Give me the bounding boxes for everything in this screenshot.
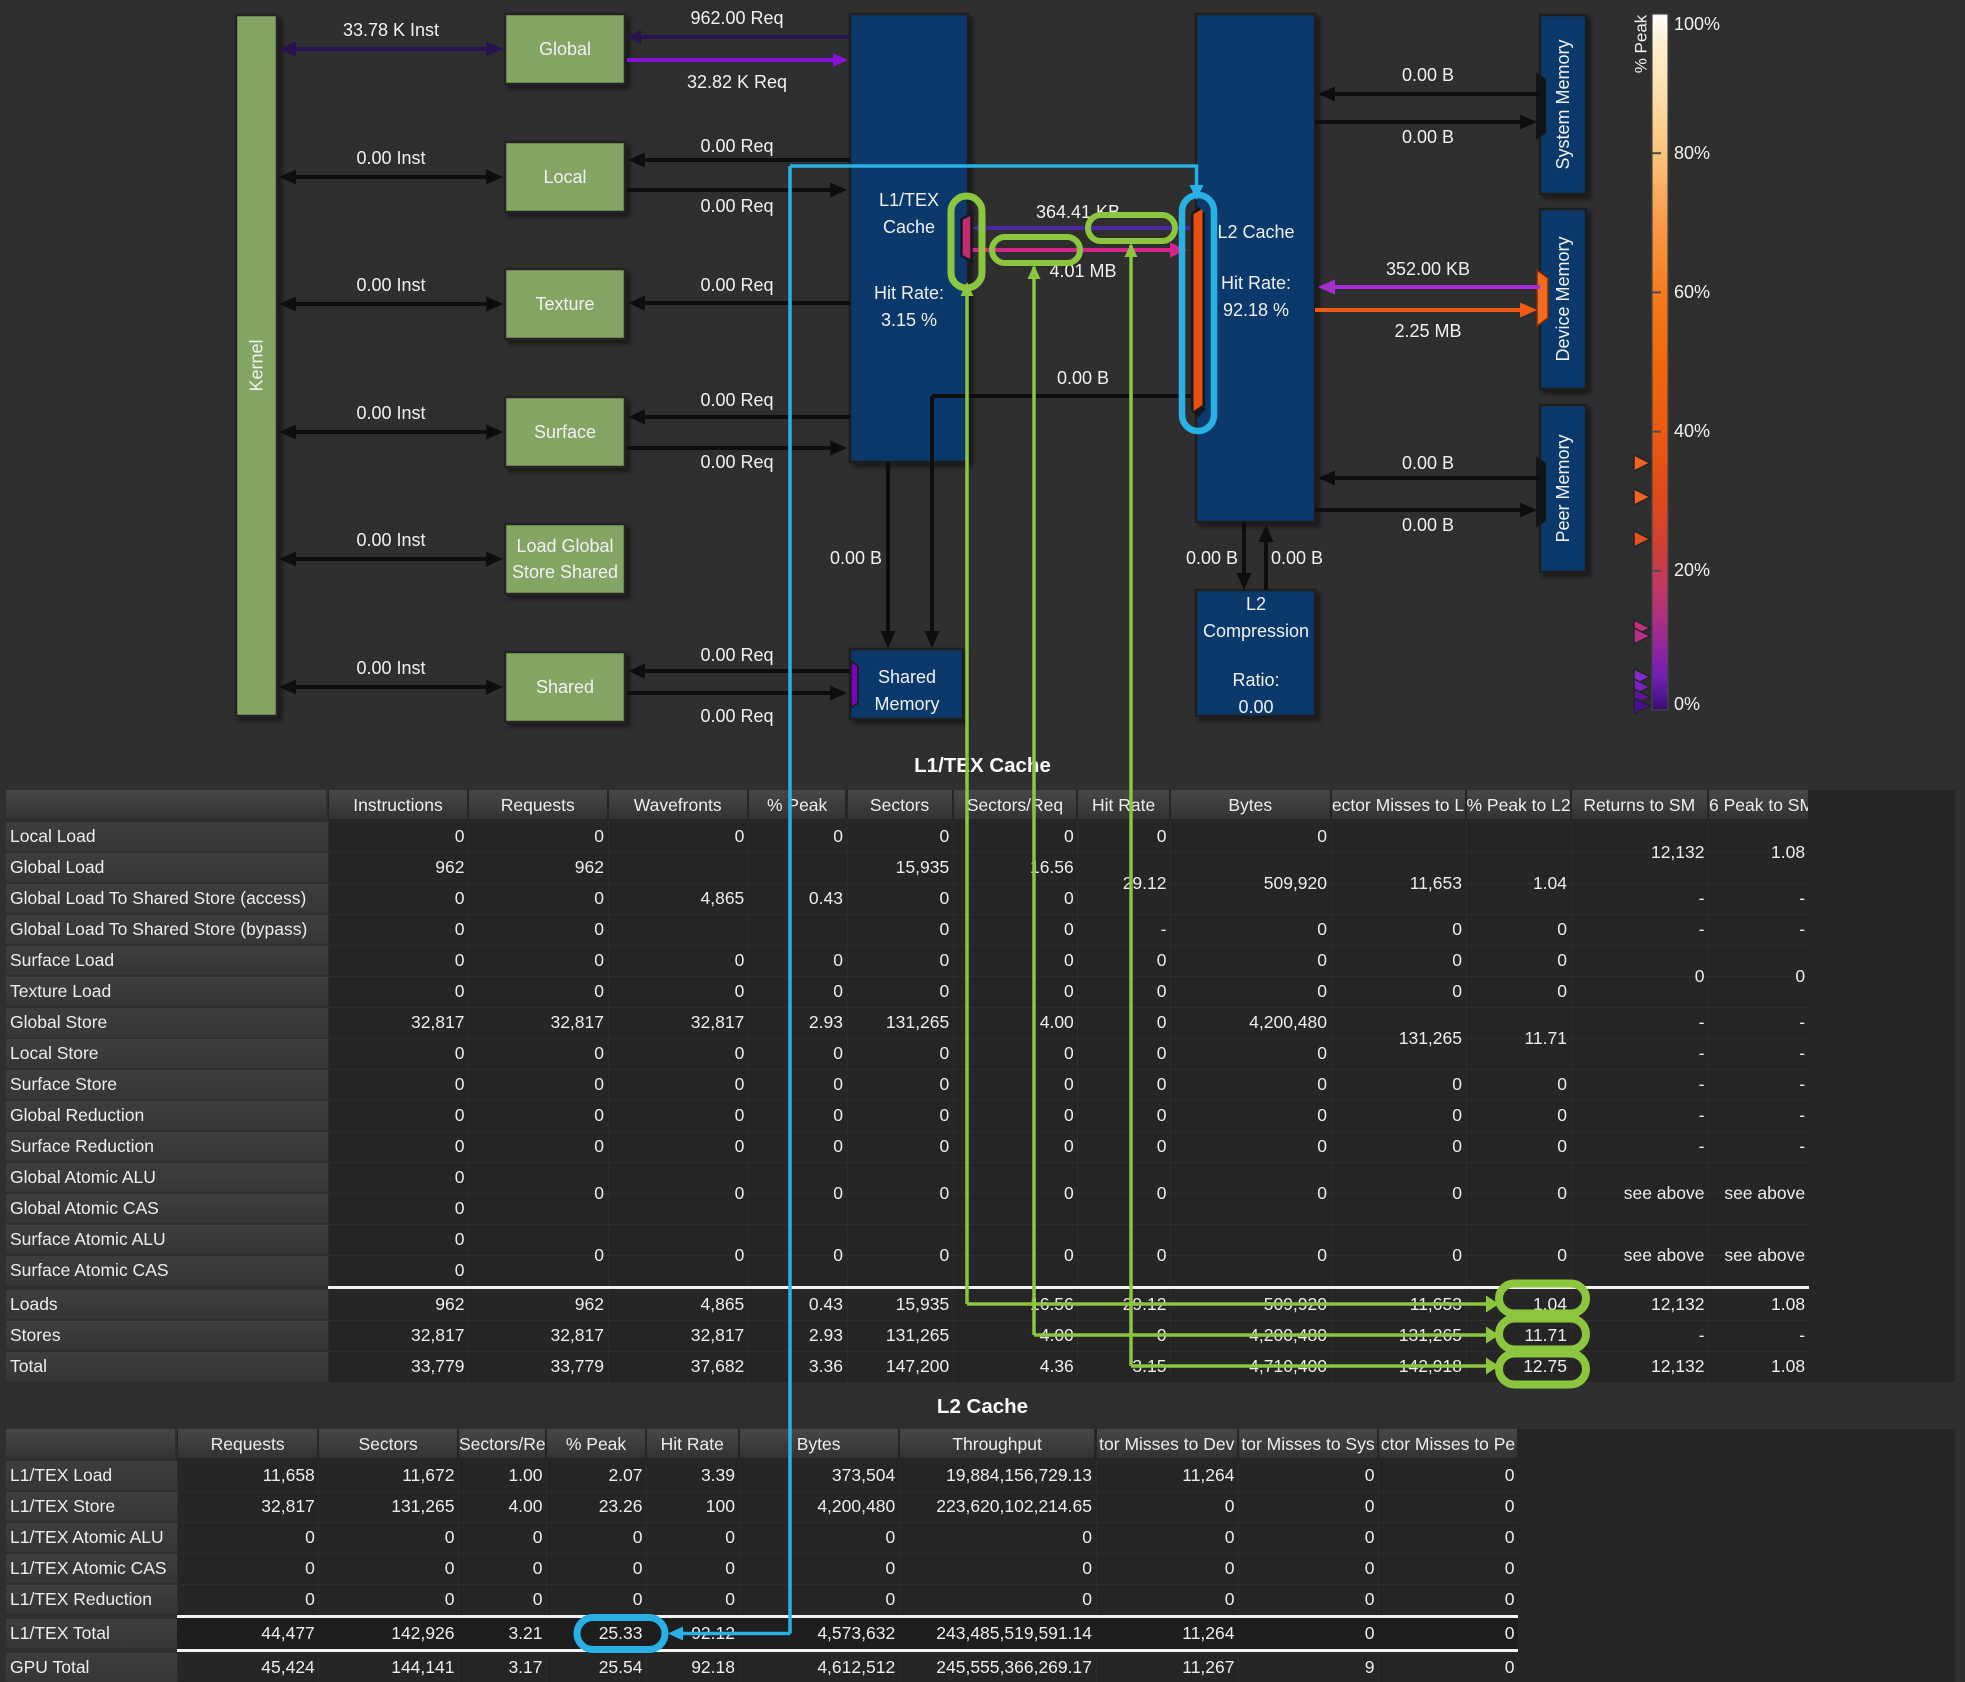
svg-text:Peer Memory: Peer Memory (1553, 434, 1573, 542)
svg-text:Hit Rate:: Hit Rate: (1221, 273, 1291, 293)
svg-text:Shared: Shared (878, 667, 936, 687)
svg-text:Compression: Compression (1203, 621, 1309, 641)
svg-text:32.82 K Req: 32.82 K Req (687, 72, 787, 92)
svg-text:0.00 Req: 0.00 Req (700, 645, 773, 665)
svg-text:Shared: Shared (536, 677, 594, 697)
svg-text:0.00 Inst: 0.00 Inst (356, 275, 425, 295)
svg-text:100%: 100% (1674, 14, 1720, 34)
svg-text:Kernel: Kernel (247, 339, 267, 391)
svg-text:Texture: Texture (535, 294, 594, 314)
svg-text:0.00 Inst: 0.00 Inst (356, 148, 425, 168)
svg-text:0.00 Req: 0.00 Req (700, 196, 773, 216)
svg-text:Local: Local (543, 167, 586, 187)
svg-text:0.00 Inst: 0.00 Inst (356, 403, 425, 423)
svg-text:0.00 Inst: 0.00 Inst (356, 658, 425, 678)
svg-text:0.00 B: 0.00 B (1402, 65, 1454, 85)
svg-text:0.00: 0.00 (1238, 697, 1273, 717)
svg-text:20%: 20% (1674, 560, 1710, 580)
svg-text:80%: 80% (1674, 143, 1710, 163)
svg-text:0.00 Req: 0.00 Req (700, 275, 773, 295)
svg-text:0.00 B: 0.00 B (1402, 515, 1454, 535)
svg-text:364.41 KB: 364.41 KB (1036, 202, 1120, 222)
svg-text:Ratio:: Ratio: (1232, 670, 1279, 690)
svg-text:4.01 MB: 4.01 MB (1049, 261, 1116, 281)
svg-text:0.00 B: 0.00 B (1271, 548, 1323, 568)
svg-text:Memory: Memory (874, 694, 939, 714)
svg-text:0.00 B: 0.00 B (1402, 127, 1454, 147)
svg-text:0.00 Req: 0.00 Req (700, 452, 773, 472)
svg-text:Global: Global (539, 39, 591, 59)
svg-text:0.00 Req: 0.00 Req (700, 390, 773, 410)
svg-text:0.00 B: 0.00 B (1186, 548, 1238, 568)
svg-text:3.15 %: 3.15 % (881, 310, 937, 330)
svg-text:Cache: Cache (883, 217, 935, 237)
svg-text:% Peak: % Peak (1632, 14, 1651, 73)
svg-text:0.00 B: 0.00 B (1057, 368, 1109, 388)
svg-text:0.00 Inst: 0.00 Inst (356, 530, 425, 550)
svg-text:Load Global: Load Global (516, 536, 613, 556)
svg-text:0.00 Req: 0.00 Req (700, 706, 773, 726)
svg-text:962.00 Req: 962.00 Req (690, 8, 783, 28)
svg-text:Hit Rate:: Hit Rate: (874, 283, 944, 303)
svg-text:0.00 Req: 0.00 Req (700, 136, 773, 156)
svg-text:40%: 40% (1674, 421, 1710, 441)
svg-text:Device Memory: Device Memory (1553, 236, 1573, 361)
svg-text:0.00 B: 0.00 B (1402, 453, 1454, 473)
svg-text:92.18 %: 92.18 % (1223, 300, 1289, 320)
svg-text:Surface: Surface (534, 422, 596, 442)
svg-text:L1/TEX: L1/TEX (879, 190, 939, 210)
svg-text:0%: 0% (1674, 694, 1700, 714)
svg-text:352.00 KB: 352.00 KB (1386, 259, 1470, 279)
svg-text:System Memory: System Memory (1553, 39, 1573, 169)
svg-text:33.78 K Inst: 33.78 K Inst (343, 20, 439, 40)
svg-text:L2: L2 (1246, 594, 1266, 614)
svg-text:0.00 B: 0.00 B (830, 548, 882, 568)
svg-text:60%: 60% (1674, 282, 1710, 302)
svg-text:2.25 MB: 2.25 MB (1394, 321, 1461, 341)
svg-text:Store Shared: Store Shared (512, 562, 618, 582)
svg-text:L2 Cache: L2 Cache (1217, 222, 1294, 242)
